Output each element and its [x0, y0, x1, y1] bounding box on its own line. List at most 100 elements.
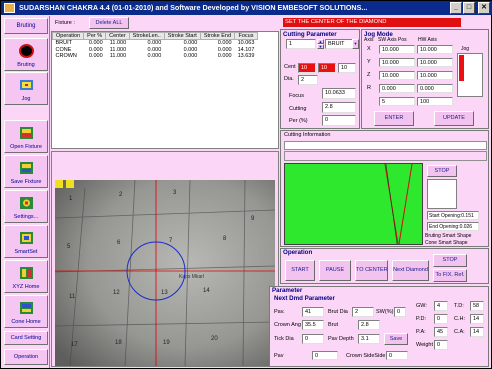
sw-axis-pos-field[interactable]: 10.000: [379, 45, 415, 54]
pav-field[interactable]: 41: [302, 307, 324, 317]
table-cell: CROWN: [55, 53, 77, 60]
stop-button[interactable]: STOP: [427, 165, 457, 177]
pause-button[interactable]: PAUSE: [319, 260, 351, 281]
operation-panel: Operation START PAUSE TO CENTER Next Dia…: [280, 248, 489, 284]
jog-list[interactable]: [457, 53, 483, 97]
hw-axis-pos-field[interactable]: 10.000: [417, 71, 453, 80]
param-field[interactable]: 14: [470, 314, 484, 324]
column-header[interactable]: Per %: [83, 31, 107, 41]
jog-speed-field[interactable]: 100: [417, 97, 453, 106]
param-label: GW:: [416, 303, 427, 309]
minimize-button[interactable]: _: [450, 2, 462, 14]
cent-z-field[interactable]: 10: [338, 63, 356, 73]
column-header[interactable]: Stroke End: [199, 31, 236, 41]
column-header[interactable]: Focus: [234, 31, 258, 41]
jog-list-selection: [459, 55, 464, 81]
param-label: Weight: [416, 342, 434, 348]
sw-axis-pos-field[interactable]: 10.000: [379, 71, 415, 80]
update-button[interactable]: UPDATE: [434, 111, 474, 126]
operation-number-field[interactable]: 1: [286, 39, 316, 49]
open-fixture-icon: [20, 127, 33, 139]
sw-axis-pos-field[interactable]: 10.000: [379, 58, 415, 67]
param-field[interactable]: 0: [434, 314, 448, 324]
sidebar-item-label: Bruting: [17, 62, 35, 68]
chevron-down-icon[interactable]: ▼: [352, 39, 359, 49]
table-cell: 0.000: [217, 40, 232, 47]
table-cell: 11.000: [109, 40, 127, 47]
save-button[interactable]: Save: [384, 333, 408, 345]
sidebar-item-open-fixture[interactable]: Open Fixture: [4, 120, 48, 153]
operation-button[interactable]: Operation: [4, 349, 48, 365]
cent-y-field[interactable]: 10: [318, 63, 336, 73]
param-field[interactable]: 14: [470, 327, 484, 337]
sidebar-item-bruting[interactable]: Bruting: [4, 38, 48, 71]
hw-axis-pos-field[interactable]: 10.000: [417, 58, 453, 67]
table-row[interactable]: CROWN 0.000 11.000 0.000 0.000 0.000 13.639: [53, 53, 258, 59]
table-cell: 13.639: [237, 53, 255, 60]
table-cell: 0.000: [88, 40, 103, 47]
enter-button[interactable]: ENTER: [374, 111, 414, 126]
jog-step-field[interactable]: 5: [379, 97, 415, 106]
focus-label: Focus: [289, 93, 304, 99]
pav-depth-field[interactable]: 3.1: [358, 334, 380, 344]
brut-field[interactable]: 2.8: [358, 320, 380, 330]
crown-ang-field[interactable]: 35.5: [302, 320, 324, 330]
cutting-profile-lines: [384, 163, 413, 245]
sidebar-item-xyz-home[interactable]: XYZ Home: [4, 260, 48, 293]
param-field[interactable]: 58: [470, 301, 484, 311]
camera-panel: 1 2 3 5 6 7 8 9 11 12 13 14 17 18 19 20 Kaps Mkarl: [51, 151, 279, 367]
param-field[interactable]: 0: [434, 340, 448, 350]
spin-down-icon[interactable]: ▼: [317, 44, 324, 49]
cent-x-field[interactable]: 10: [298, 63, 316, 73]
table-row[interactable]: BRUIT 0.000 11.000 0.000 0.000 0.000 10.063: [53, 40, 258, 47]
sidebar-tab-bruting[interactable]: Bruting: [4, 18, 48, 34]
xyz-home-icon: [20, 267, 33, 279]
close-button[interactable]: ✕: [478, 2, 490, 14]
status-message: SET THE CENTER OF THE DIAMOND: [283, 18, 461, 27]
hw-axis-pos-field[interactable]: 0.000: [417, 84, 453, 93]
operation-select[interactable]: BRUIT: [325, 39, 353, 49]
stop-operation-button[interactable]: STOP: [433, 254, 467, 267]
brut-dia-field[interactable]: 2: [352, 307, 374, 317]
tick-dia-field[interactable]: 0: [302, 334, 324, 344]
brut-dia-label: Brut Dia: [328, 309, 348, 315]
param-field[interactable]: 45: [434, 327, 448, 337]
crown-side-field[interactable]: 0: [386, 351, 408, 360]
tick-dia-label: Tick Dia: [274, 336, 294, 342]
column-header[interactable]: StrokeLen..: [128, 31, 165, 41]
cutting-field[interactable]: 2.8: [322, 102, 356, 113]
sw-field[interactable]: 0: [394, 307, 406, 317]
sidebar-item-smartset[interactable]: SmartSet: [4, 225, 48, 258]
jog-icon: [20, 80, 33, 90]
grid-number: 14: [203, 288, 210, 294]
param-field[interactable]: 4: [434, 301, 448, 311]
to-fix-ref-button[interactable]: To FIX. Ref.: [433, 269, 467, 282]
card-setting-button[interactable]: Card Setting: [4, 331, 48, 345]
hw-axis-pos-field[interactable]: 10.000: [417, 45, 453, 54]
jog-header: Jog: [461, 46, 470, 52]
cutting-label: Cutting: [289, 106, 307, 112]
cutting-info-box: [427, 179, 457, 209]
pav2-field[interactable]: 0: [312, 351, 338, 360]
sw-axis-pos-field[interactable]: 0.000: [379, 84, 415, 93]
cutting-information-panel: Cutting Information STOP Start Opening:0…: [280, 130, 489, 247]
sw-label: SW(%): [376, 309, 394, 315]
sidebar-item-settings[interactable]: Settings...: [4, 190, 48, 223]
sidebar-item-cone-home[interactable]: Cone Home: [4, 295, 48, 328]
table-cell: BRUIT: [55, 40, 73, 47]
table-cell: 0.000: [217, 53, 232, 60]
delete-all-button[interactable]: Delete ALL: [89, 17, 129, 29]
column-header[interactable]: Stroke Start: [163, 31, 201, 41]
column-header[interactable]: Operation: [51, 31, 85, 41]
sidebar-item-save-fixture[interactable]: Save Fixture: [4, 155, 48, 188]
maximize-button[interactable]: □: [463, 2, 475, 14]
info-line-2: [284, 151, 487, 161]
column-header[interactable]: Center: [105, 31, 130, 41]
per-field[interactable]: 0: [322, 115, 356, 126]
start-button[interactable]: START: [285, 260, 315, 281]
focus-field[interactable]: 10.0633: [322, 88, 356, 99]
sidebar-item-jog[interactable]: Jog: [4, 72, 48, 105]
to-center-button[interactable]: TO CENTER: [355, 260, 388, 281]
next-diamond-button[interactable]: Next Diamond: [392, 260, 429, 281]
dia-field[interactable]: 2: [298, 75, 318, 85]
